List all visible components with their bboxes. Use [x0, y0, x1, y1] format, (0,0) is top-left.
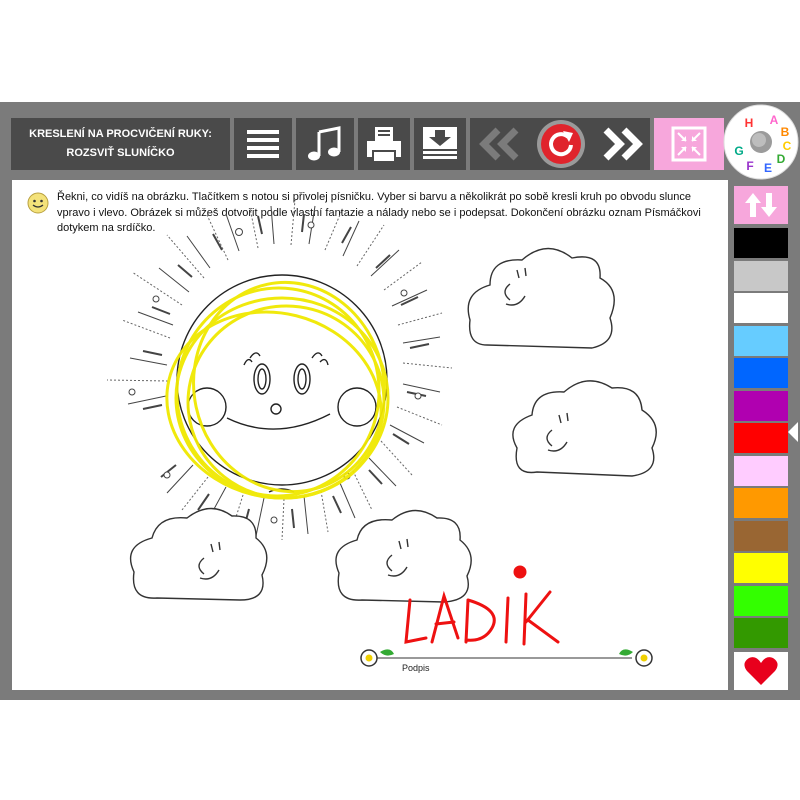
- abc-letter-f: F: [746, 159, 753, 173]
- signature-label: Podpis: [402, 663, 430, 673]
- swap-arrows-icon: [745, 193, 777, 217]
- download-button[interactable]: [414, 118, 466, 170]
- color-swatch-blue[interactable]: [734, 358, 788, 388]
- cloud-bottom-middle: [335, 509, 472, 603]
- abc-letter-g: G: [734, 144, 743, 158]
- heart-icon: [744, 657, 778, 685]
- print-button[interactable]: [358, 118, 410, 170]
- color-swatch-brown[interactable]: [734, 520, 788, 551]
- color-swatch-light-blue[interactable]: [734, 325, 788, 356]
- cloud-middle-right: [512, 380, 657, 477]
- color-swatch-white[interactable]: [734, 293, 788, 323]
- download-icon: [423, 127, 457, 159]
- abc-wheel-button[interactable]: A B C D E F G H: [722, 103, 800, 181]
- abc-letter-h: H: [745, 116, 754, 130]
- menu-button[interactable]: [234, 118, 292, 170]
- cloud-bottom-left: [129, 507, 268, 601]
- abc-letter-e: E: [764, 161, 772, 175]
- abc-letter-b: B: [781, 125, 790, 139]
- color-swatch-dark-green[interactable]: [734, 618, 788, 648]
- navigation-group: [470, 118, 650, 170]
- coloring-picture[interactable]: [12, 180, 728, 690]
- abc-letter-d: D: [777, 152, 786, 166]
- color-swatch-green[interactable]: [734, 585, 788, 616]
- color-swatch-black[interactable]: [734, 228, 788, 258]
- color-swatch-gray[interactable]: [734, 260, 788, 291]
- cloud-top-right: [467, 247, 615, 349]
- title-line-2: ROZSVIŤ SLUNÍČKO: [66, 147, 175, 159]
- music-button[interactable]: [296, 118, 354, 170]
- page-title: KRESLENÍ NA PROCVIČENÍ RUKY: ROZSVIŤ SLU…: [11, 118, 230, 170]
- print-icon: [367, 127, 401, 161]
- title-line-1: KRESLENÍ NA PROCVIČENÍ RUKY:: [29, 128, 212, 140]
- swap-arrows-button[interactable]: [734, 186, 788, 224]
- finish-heart-button[interactable]: [734, 652, 788, 690]
- color-swatch-red[interactable]: [734, 423, 788, 453]
- color-palette: [734, 186, 788, 651]
- fit-screen-icon: [671, 126, 707, 162]
- side-panel-tab[interactable]: [788, 422, 798, 442]
- abc-letter-c: C: [783, 139, 792, 153]
- color-swatch-purple[interactable]: [734, 390, 788, 421]
- menu-icon: [247, 130, 279, 158]
- music-note-icon: [308, 126, 341, 161]
- reload-icon[interactable]: [532, 118, 590, 170]
- color-swatch-yellow[interactable]: [734, 553, 788, 583]
- previous-icon[interactable]: [476, 126, 528, 162]
- color-swatch-orange[interactable]: [734, 488, 788, 518]
- abc-wheel-icon: A B C D E F G H: [723, 104, 799, 180]
- abc-letter-a: A: [770, 113, 779, 127]
- next-icon[interactable]: [594, 126, 646, 162]
- color-swatch-pink[interactable]: [734, 455, 788, 486]
- fit-screen-button[interactable]: [654, 118, 724, 170]
